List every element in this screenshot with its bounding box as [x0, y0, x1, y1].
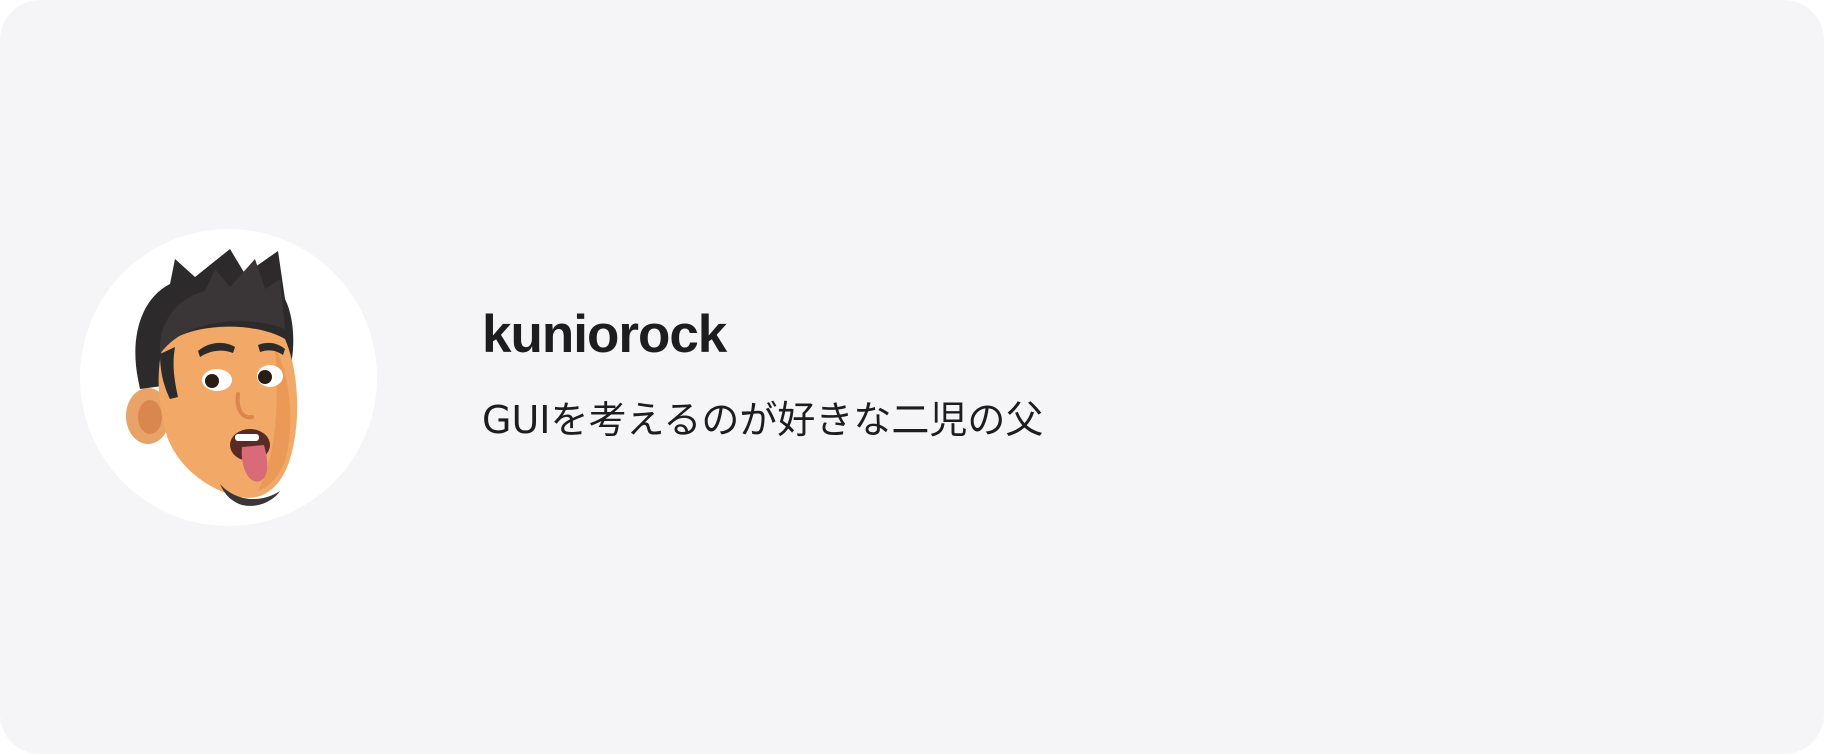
avatar[interactable]: [80, 229, 377, 526]
profile-card: kuniorock GUIを考えるのが好きな二児の父: [0, 0, 1824, 754]
bio-text: GUIを考えるのが好きな二児の父: [482, 398, 1044, 442]
profile-info: kuniorock GUIを考えるのが好きな二児の父: [482, 300, 1043, 448]
memoji-avatar-icon: [126, 249, 298, 506]
username: kuniorock: [482, 305, 727, 364]
